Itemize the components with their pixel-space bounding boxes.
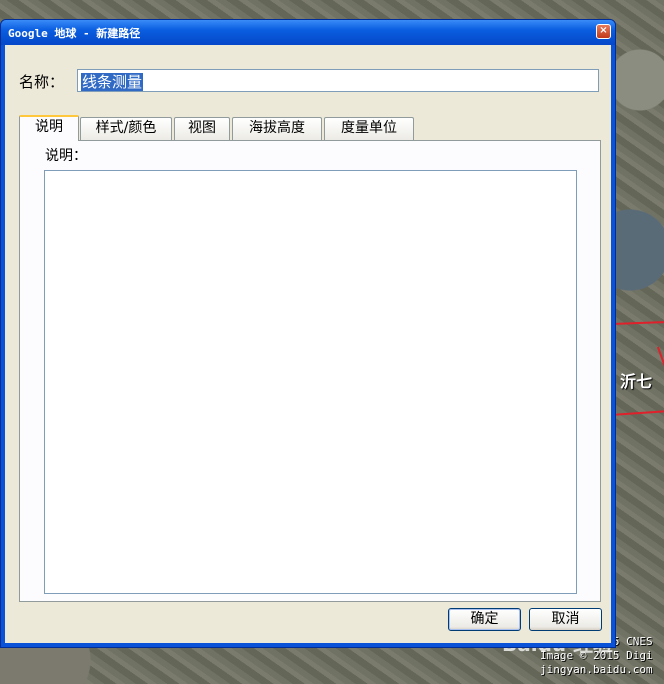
description-tab-panel: 说明： [19, 140, 601, 602]
tab-altitude[interactable]: 海拔高度 [232, 117, 322, 140]
dialog-title: Google 地球 - 新建路径 [8, 27, 141, 40]
cancel-button[interactable]: 取消 [529, 608, 602, 631]
name-input-value: 线条测量 [81, 73, 144, 91]
dialog-titlebar[interactable]: Google 地球 - 新建路径 × [1, 20, 615, 45]
new-path-dialog: Google 地球 - 新建路径 × 名称： 线条测量 说明 样式/颜色 视图 … [0, 19, 616, 648]
dialog-body: 名称： 线条测量 说明 样式/颜色 视图 海拔高度 度量单位 说明： 确定 取消 [5, 45, 611, 643]
description-textarea[interactable] [44, 170, 577, 594]
tab-measurements[interactable]: 度量单位 [324, 117, 414, 140]
description-label: 说明： [45, 148, 87, 164]
name-label: 名称： [19, 73, 65, 91]
watermark-url: jingyan.baidu.com [540, 663, 653, 676]
map-credit-line: Image © 2015 Digi [540, 649, 653, 662]
ok-button[interactable]: 确定 [448, 608, 521, 631]
name-input[interactable]: 线条测量 [77, 69, 599, 92]
tab-description[interactable]: 说明 [19, 115, 79, 141]
tab-style-color[interactable]: 样式/颜色 [80, 117, 172, 140]
close-icon[interactable]: × [596, 24, 611, 39]
map-place-label: 沂七 [620, 372, 653, 391]
tab-view[interactable]: 视图 [174, 117, 230, 140]
